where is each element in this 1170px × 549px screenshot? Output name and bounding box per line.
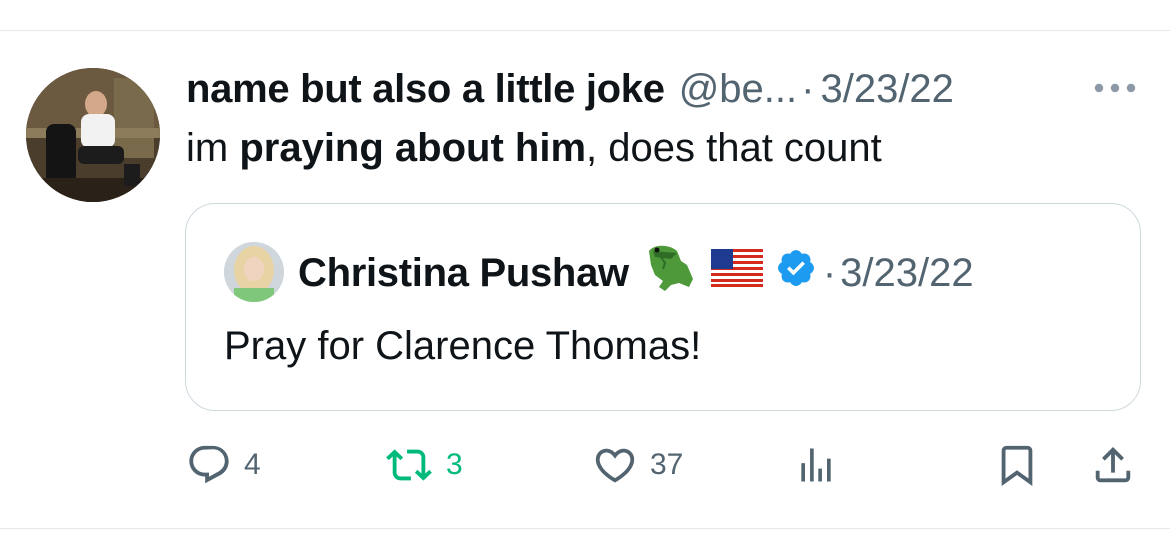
- author-handle[interactable]: @be...: [679, 66, 797, 112]
- separator-dot: ·: [801, 67, 815, 111]
- reply-button[interactable]: 4: [186, 440, 261, 490]
- retweet-count: 3: [446, 448, 463, 481]
- verified-badge-icon: [775, 247, 817, 299]
- retweet-button[interactable]: 3: [384, 440, 463, 490]
- top-divider: [0, 30, 1170, 31]
- like-count: 37: [650, 448, 684, 481]
- tweet-text-bold: praying about him: [239, 126, 587, 170]
- views-chart-icon: [801, 448, 831, 482]
- reply-icon: [189, 445, 229, 484]
- alligator-emoji: [641, 241, 699, 305]
- reply-count: 4: [244, 448, 261, 481]
- bookmark-button[interactable]: [994, 440, 1040, 490]
- us-flag-emoji: [710, 249, 763, 297]
- author-name[interactable]: name but also a little joke: [186, 66, 665, 112]
- quoted-author-name[interactable]: Christina Pushaw: [298, 251, 629, 296]
- bottom-divider: [0, 528, 1170, 529]
- more-dots-icon: [1094, 83, 1136, 93]
- author-avatar[interactable]: [26, 68, 160, 202]
- quoted-author-avatar: [224, 242, 284, 302]
- tweet-date[interactable]: 3/23/22: [820, 66, 953, 112]
- quoted-tweet-card[interactable]: Christina Pushaw · 3/23/22 Pray for Clar…: [185, 203, 1141, 411]
- quoted-tweet-header: Christina Pushaw · 3/23/22: [298, 245, 974, 299]
- retweet-icon: [386, 449, 432, 481]
- quoted-tweet-text: Pray for Clarence Thomas!: [224, 324, 702, 368]
- share-icon: [1095, 446, 1131, 483]
- tweet-text-suffix: , does that count: [586, 126, 882, 170]
- tweet-text: im praying about him, does that count: [186, 124, 882, 172]
- share-button[interactable]: [1090, 440, 1136, 490]
- views-button[interactable]: [794, 440, 838, 490]
- heart-icon: [595, 448, 635, 483]
- like-button[interactable]: 37: [592, 440, 683, 490]
- bookmark-icon: [1001, 445, 1033, 486]
- tweet-text-prefix: im: [186, 126, 240, 170]
- tweet-header: name but also a little joke @be... · 3/2…: [186, 66, 954, 112]
- quoted-tweet-date[interactable]: 3/23/22: [840, 251, 973, 296]
- more-options-button[interactable]: [1089, 70, 1141, 106]
- quoted-separator-dot: ·: [822, 250, 837, 295]
- tweet-actions: 4 3 37: [0, 440, 1170, 490]
